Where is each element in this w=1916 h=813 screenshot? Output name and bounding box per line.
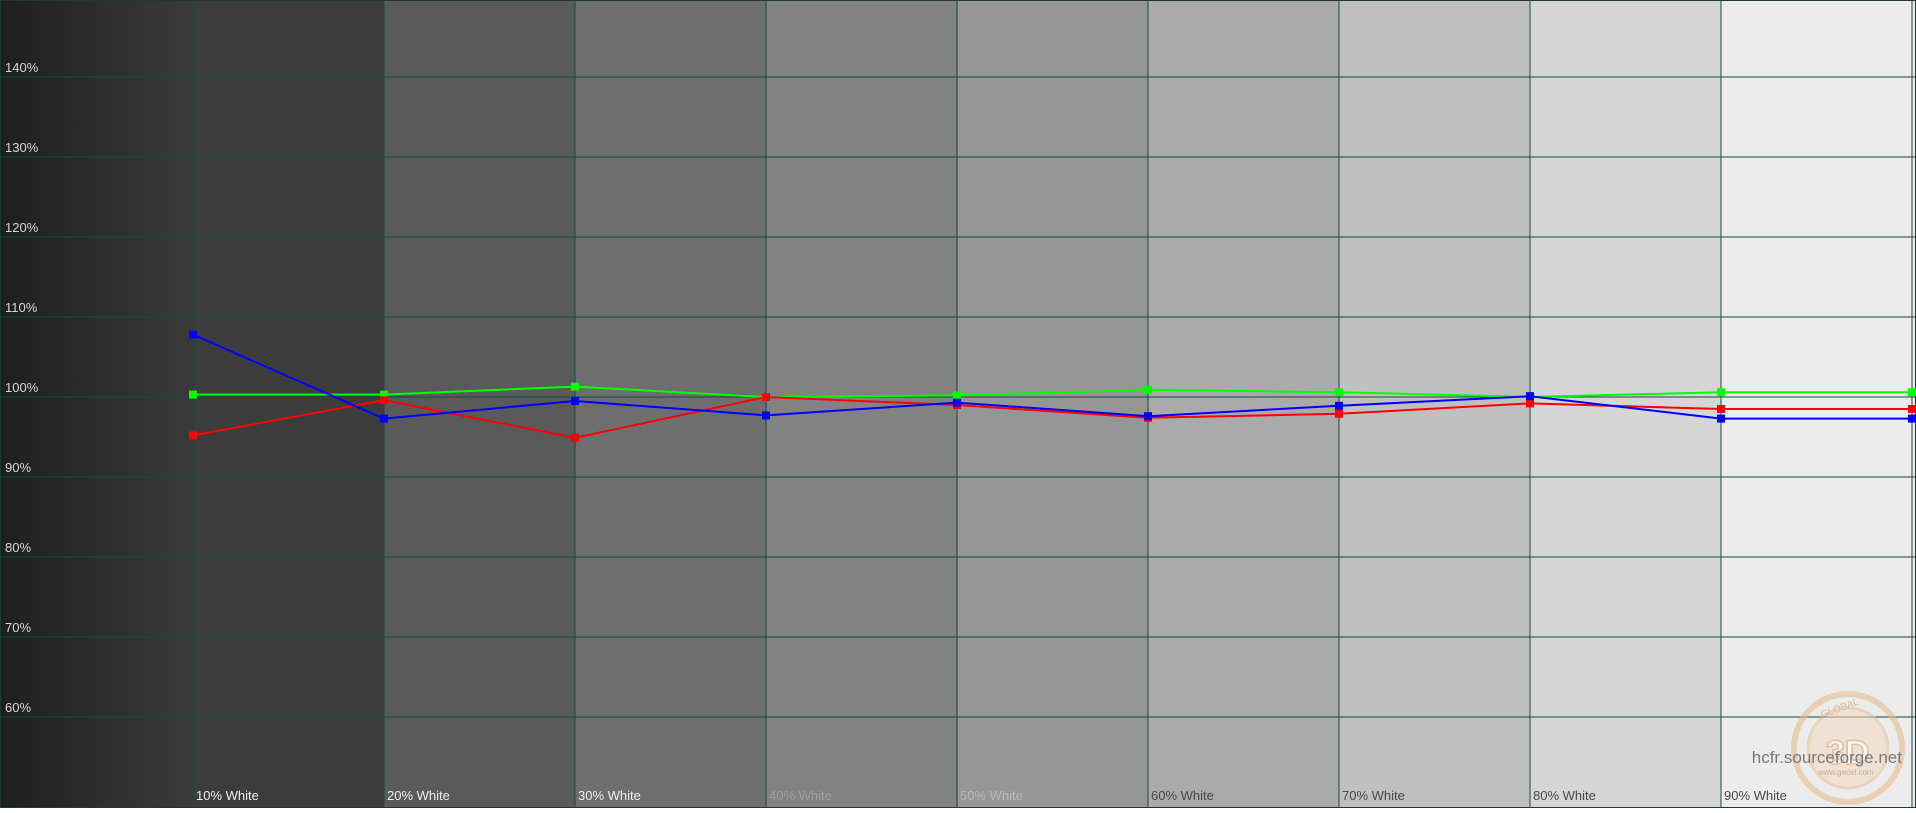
series-0-point <box>1717 388 1725 397</box>
watermark-text: hcfr.sourceforge.net <box>1752 748 1903 767</box>
x-axis-tick-labels: 10% White 20% White 30% White 40% White 50% … <box>196 788 1787 803</box>
series-0-point <box>189 390 197 399</box>
x-tick-label: 90% White <box>1724 788 1787 803</box>
series-2-point <box>1717 414 1725 423</box>
series-2-point <box>189 330 197 339</box>
x-tick-label: 80% White <box>1533 788 1596 803</box>
series-2-point <box>953 398 961 407</box>
series-1-point <box>380 396 388 405</box>
series-1-point <box>189 431 197 440</box>
series-0-point <box>1908 388 1916 397</box>
x-tick-label: 70% White <box>1342 788 1405 803</box>
series-1-point <box>1717 405 1725 413</box>
series-0-point <box>953 391 961 400</box>
series-1-point <box>571 433 579 442</box>
series-0-point <box>1335 388 1343 397</box>
x-tick-label: 50% White <box>960 788 1023 803</box>
series-0-point <box>1144 385 1152 394</box>
y-tick-label: 100% <box>5 380 39 395</box>
y-tick-label: 80% <box>5 540 31 555</box>
x-tick-label: 10% White <box>196 788 259 803</box>
y-tick-label: 130% <box>5 140 39 155</box>
y-tick-label: 60% <box>5 700 31 715</box>
series-2-point <box>380 414 388 423</box>
series-2-point <box>1335 401 1343 410</box>
y-tick-label: 110% <box>5 300 38 315</box>
y-tick-label: 70% <box>5 620 31 635</box>
x-tick-label: 40% White <box>769 788 832 803</box>
series-1-point <box>1335 409 1343 418</box>
series-1-point <box>762 393 770 401</box>
chart-svg: 60% 70% 80% 90% 100% 110% 120% 130% 140% 10% Whi… <box>0 0 1916 809</box>
series-2-point <box>762 411 770 420</box>
series-2-point <box>1144 412 1152 421</box>
x-tick-label: 60% White <box>1151 788 1214 803</box>
series-2-point <box>1908 414 1916 423</box>
series-2-point <box>571 397 579 405</box>
logo-text-bottom: www.gecid.com <box>1817 768 1874 777</box>
x-tick-label: 20% White <box>387 788 450 803</box>
series-1-point <box>1908 405 1916 413</box>
x-tick-label: 30% White <box>578 788 641 803</box>
y-tick-label: 120% <box>5 220 39 235</box>
y-tick-label: 90% <box>5 460 31 475</box>
series-0-point <box>571 382 579 391</box>
rgb-balance-chart: 60% 70% 80% 90% 100% 110% 120% 130% 140% 10% Whi… <box>0 0 1916 809</box>
series-1-point <box>1526 399 1534 408</box>
series-2-point <box>1526 392 1534 401</box>
y-tick-label: 140% <box>5 60 39 75</box>
